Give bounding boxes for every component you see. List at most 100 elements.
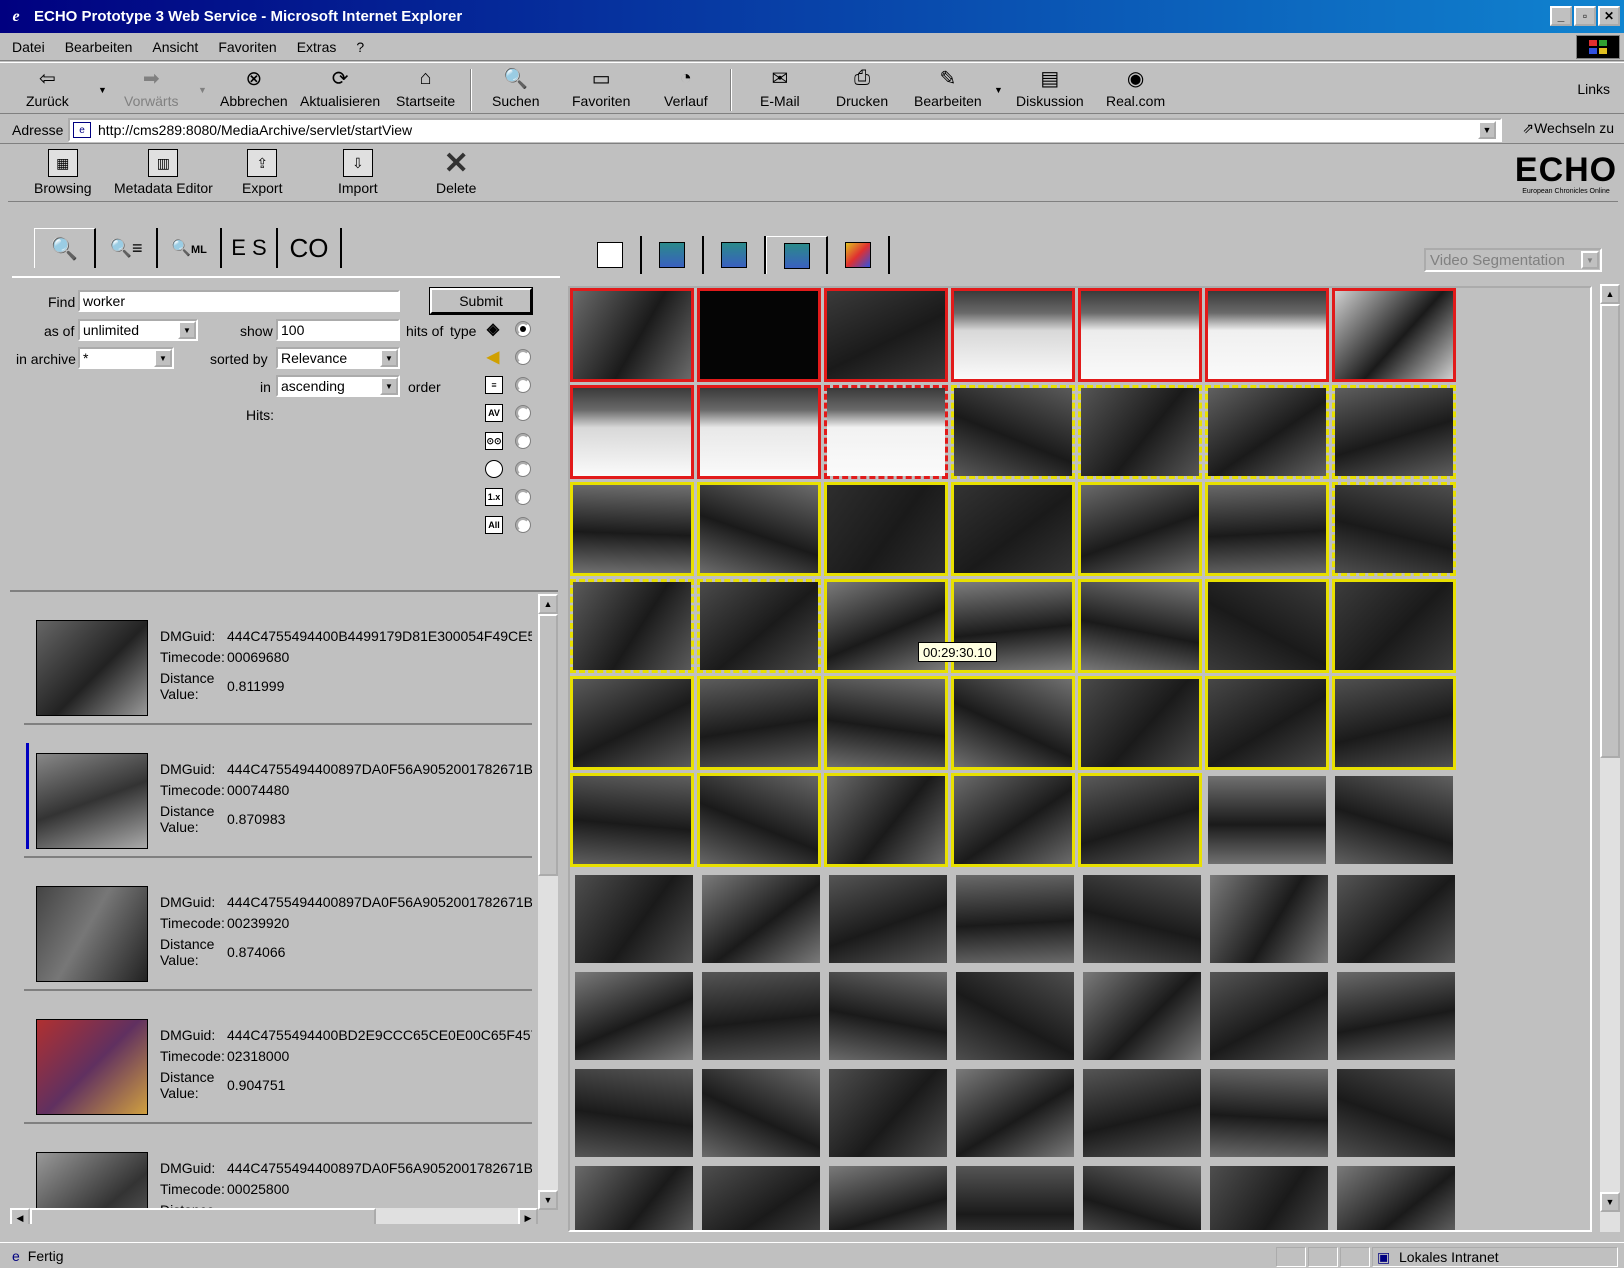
segmentation-select[interactable]: Video Segmentation ▼ <box>1424 248 1602 272</box>
keyframe-thumbnail[interactable] <box>1332 579 1456 673</box>
restore-button[interactable]: ▫ <box>1574 6 1596 26</box>
keyframe-thumbnail[interactable] <box>951 773 1075 867</box>
tab-small-grid-view[interactable] <box>704 236 766 274</box>
keyframe-thumbnail[interactable] <box>951 385 1075 479</box>
keyframe-thumbnail[interactable] <box>826 1163 950 1230</box>
keyframe-thumbnail[interactable] <box>1078 385 1202 479</box>
grid-scroll-thumb[interactable] <box>1600 304 1620 758</box>
keyframe-thumbnail[interactable] <box>1207 1066 1331 1160</box>
keyframe-thumbnail[interactable] <box>1207 969 1331 1063</box>
keyframe-thumbnail[interactable] <box>1205 482 1329 576</box>
sorted-by-select[interactable]: Relevance ▼ <box>276 347 400 369</box>
stop-button[interactable]: ⊗ Abbrechen <box>220 65 288 113</box>
type-radio-all[interactable] <box>515 517 531 533</box>
keyframe-thumbnail[interactable] <box>1080 872 1204 966</box>
keyframe-thumbnail[interactable] <box>1078 773 1202 867</box>
order-select[interactable]: ascending ▼ <box>276 375 400 397</box>
submit-button[interactable]: Submit <box>429 287 533 315</box>
print-button[interactable]: ⎙ Drucken <box>836 65 888 113</box>
grid-scroll-track[interactable] <box>1600 758 1620 1192</box>
keyframe-thumbnail[interactable] <box>1205 288 1329 382</box>
scroll-track-horizontal[interactable] <box>376 1208 518 1224</box>
browsing-button[interactable]: ▦ Browsing <box>34 148 92 200</box>
find-input[interactable]: worker <box>78 290 400 312</box>
keyframe-thumbnail[interactable] <box>1078 676 1202 770</box>
menu-bearbeiten[interactable]: Bearbeiten <box>65 39 133 55</box>
type-radio-tape[interactable] <box>515 433 531 449</box>
keyframe-thumbnail[interactable] <box>570 579 694 673</box>
edit-dropdown-icon[interactable]: ▼ <box>994 85 1003 95</box>
back-button[interactable]: ⇦ Zurück <box>26 65 69 113</box>
keyframe-thumbnail[interactable] <box>826 872 950 966</box>
keyframe-thumbnail[interactable] <box>1080 969 1204 1063</box>
type-radio-document[interactable] <box>515 377 531 393</box>
result-thumbnail[interactable] <box>36 753 148 849</box>
keyframe-grid[interactable] <box>568 286 1592 1232</box>
keyframe-thumbnail[interactable] <box>1205 773 1329 867</box>
forward-button[interactable]: ➡ Vorwärts <box>124 65 178 113</box>
keyframe-thumbnail[interactable] <box>1078 288 1202 382</box>
mail-button[interactable]: ✉ E-Mail <box>760 65 800 113</box>
keyframe-thumbnail[interactable] <box>953 872 1077 966</box>
grid-vertical-scrollbar[interactable]: ▲ ▼ <box>1600 284 1620 1232</box>
tab-document-view[interactable] <box>580 236 642 274</box>
keyframe-thumbnail[interactable] <box>1207 872 1331 966</box>
links-button[interactable]: Links <box>1577 81 1610 97</box>
keyframe-thumbnail[interactable] <box>951 482 1075 576</box>
keyframe-thumbnail[interactable] <box>824 482 948 576</box>
keyframe-thumbnail[interactable] <box>1334 872 1458 966</box>
refresh-button[interactable]: ⟳ Aktualisieren <box>300 65 380 113</box>
keyframe-thumbnail[interactable] <box>697 579 821 673</box>
result-thumbnail[interactable] <box>36 1019 148 1115</box>
keyframe-thumbnail[interactable] <box>824 288 948 382</box>
type-radio-database[interactable] <box>515 461 531 477</box>
result-thumbnail[interactable] <box>36 620 148 716</box>
keyframe-thumbnail[interactable] <box>953 1066 1077 1160</box>
type-radio-version[interactable] <box>515 489 531 505</box>
keyframe-thumbnail[interactable] <box>572 1066 696 1160</box>
tab-list-view[interactable] <box>642 236 704 274</box>
results-horizontal-scrollbar[interactable]: ◀ ▶ <box>10 1208 538 1224</box>
keyframe-thumbnail[interactable] <box>1205 579 1329 673</box>
result-item[interactable]: DMGuid: 444C4755494400B4499179D81E300054F… <box>24 592 532 725</box>
keyframe-thumbnail[interactable] <box>1334 969 1458 1063</box>
keyframe-thumbnail[interactable] <box>570 482 694 576</box>
real-button[interactable]: ◉ Real.com <box>1106 65 1165 113</box>
discuss-button[interactable]: ▤ Diskussion <box>1016 65 1084 113</box>
show-input[interactable]: 100 <box>276 319 400 341</box>
type-radio-all-media[interactable] <box>515 321 531 337</box>
keyframe-thumbnail[interactable] <box>697 288 821 382</box>
results-vertical-scrollbar[interactable]: ▲ ▼ <box>538 594 558 1210</box>
title-bar[interactable]: e ECHO Prototype 3 Web Service - Microso… <box>0 0 1624 33</box>
result-item[interactable]: DMGuid: 444C4755494400BD2E9CCC65CE0E00C65… <box>24 991 532 1124</box>
keyframe-thumbnail[interactable] <box>1334 1066 1458 1160</box>
favorites-button[interactable]: ▭ Favoriten <box>572 65 630 113</box>
forward-dropdown-icon[interactable]: ▼ <box>198 85 207 95</box>
keyframe-thumbnail[interactable] <box>572 872 696 966</box>
results-list[interactable]: DMGuid: 444C4755494400B4499179D81E300054F… <box>24 592 532 1208</box>
keyframe-thumbnail[interactable] <box>699 1163 823 1230</box>
keyframe-thumbnail[interactable] <box>699 969 823 1063</box>
keyframe-thumbnail[interactable] <box>1205 385 1329 479</box>
scroll-left-arrow-icon[interactable]: ◀ <box>10 1208 30 1224</box>
keyframe-thumbnail[interactable] <box>953 969 1077 1063</box>
keyframe-thumbnail[interactable] <box>570 288 694 382</box>
keyframe-thumbnail[interactable] <box>570 773 694 867</box>
tab-simple-search[interactable]: 🔍 <box>34 228 96 268</box>
search-button[interactable]: 🔍 Suchen <box>492 65 539 113</box>
menu-datei[interactable]: Datei <box>12 39 45 55</box>
result-item[interactable]: DMGuid: 444C4755494400897DA0F56A905200178… <box>24 1124 532 1208</box>
keyframe-thumbnail[interactable] <box>824 676 948 770</box>
keyframe-thumbnail[interactable] <box>824 385 948 479</box>
address-input[interactable]: e http://cms289:8080/MediaArchive/servle… <box>68 118 1502 142</box>
keyframe-thumbnail[interactable] <box>1080 1066 1204 1160</box>
go-button[interactable]: ⇗Wechseln zu <box>1522 120 1614 137</box>
import-button[interactable]: ⇩ Import <box>338 148 378 200</box>
keyframe-thumbnail[interactable] <box>1332 676 1456 770</box>
keyframe-thumbnail[interactable] <box>1207 1163 1331 1230</box>
keyframe-thumbnail[interactable] <box>1332 482 1456 576</box>
keyframe-thumbnail[interactable] <box>1078 482 1202 576</box>
tab-grid-view[interactable] <box>766 236 828 274</box>
type-radio-av[interactable] <box>515 405 531 421</box>
keyframe-thumbnail[interactable] <box>951 676 1075 770</box>
